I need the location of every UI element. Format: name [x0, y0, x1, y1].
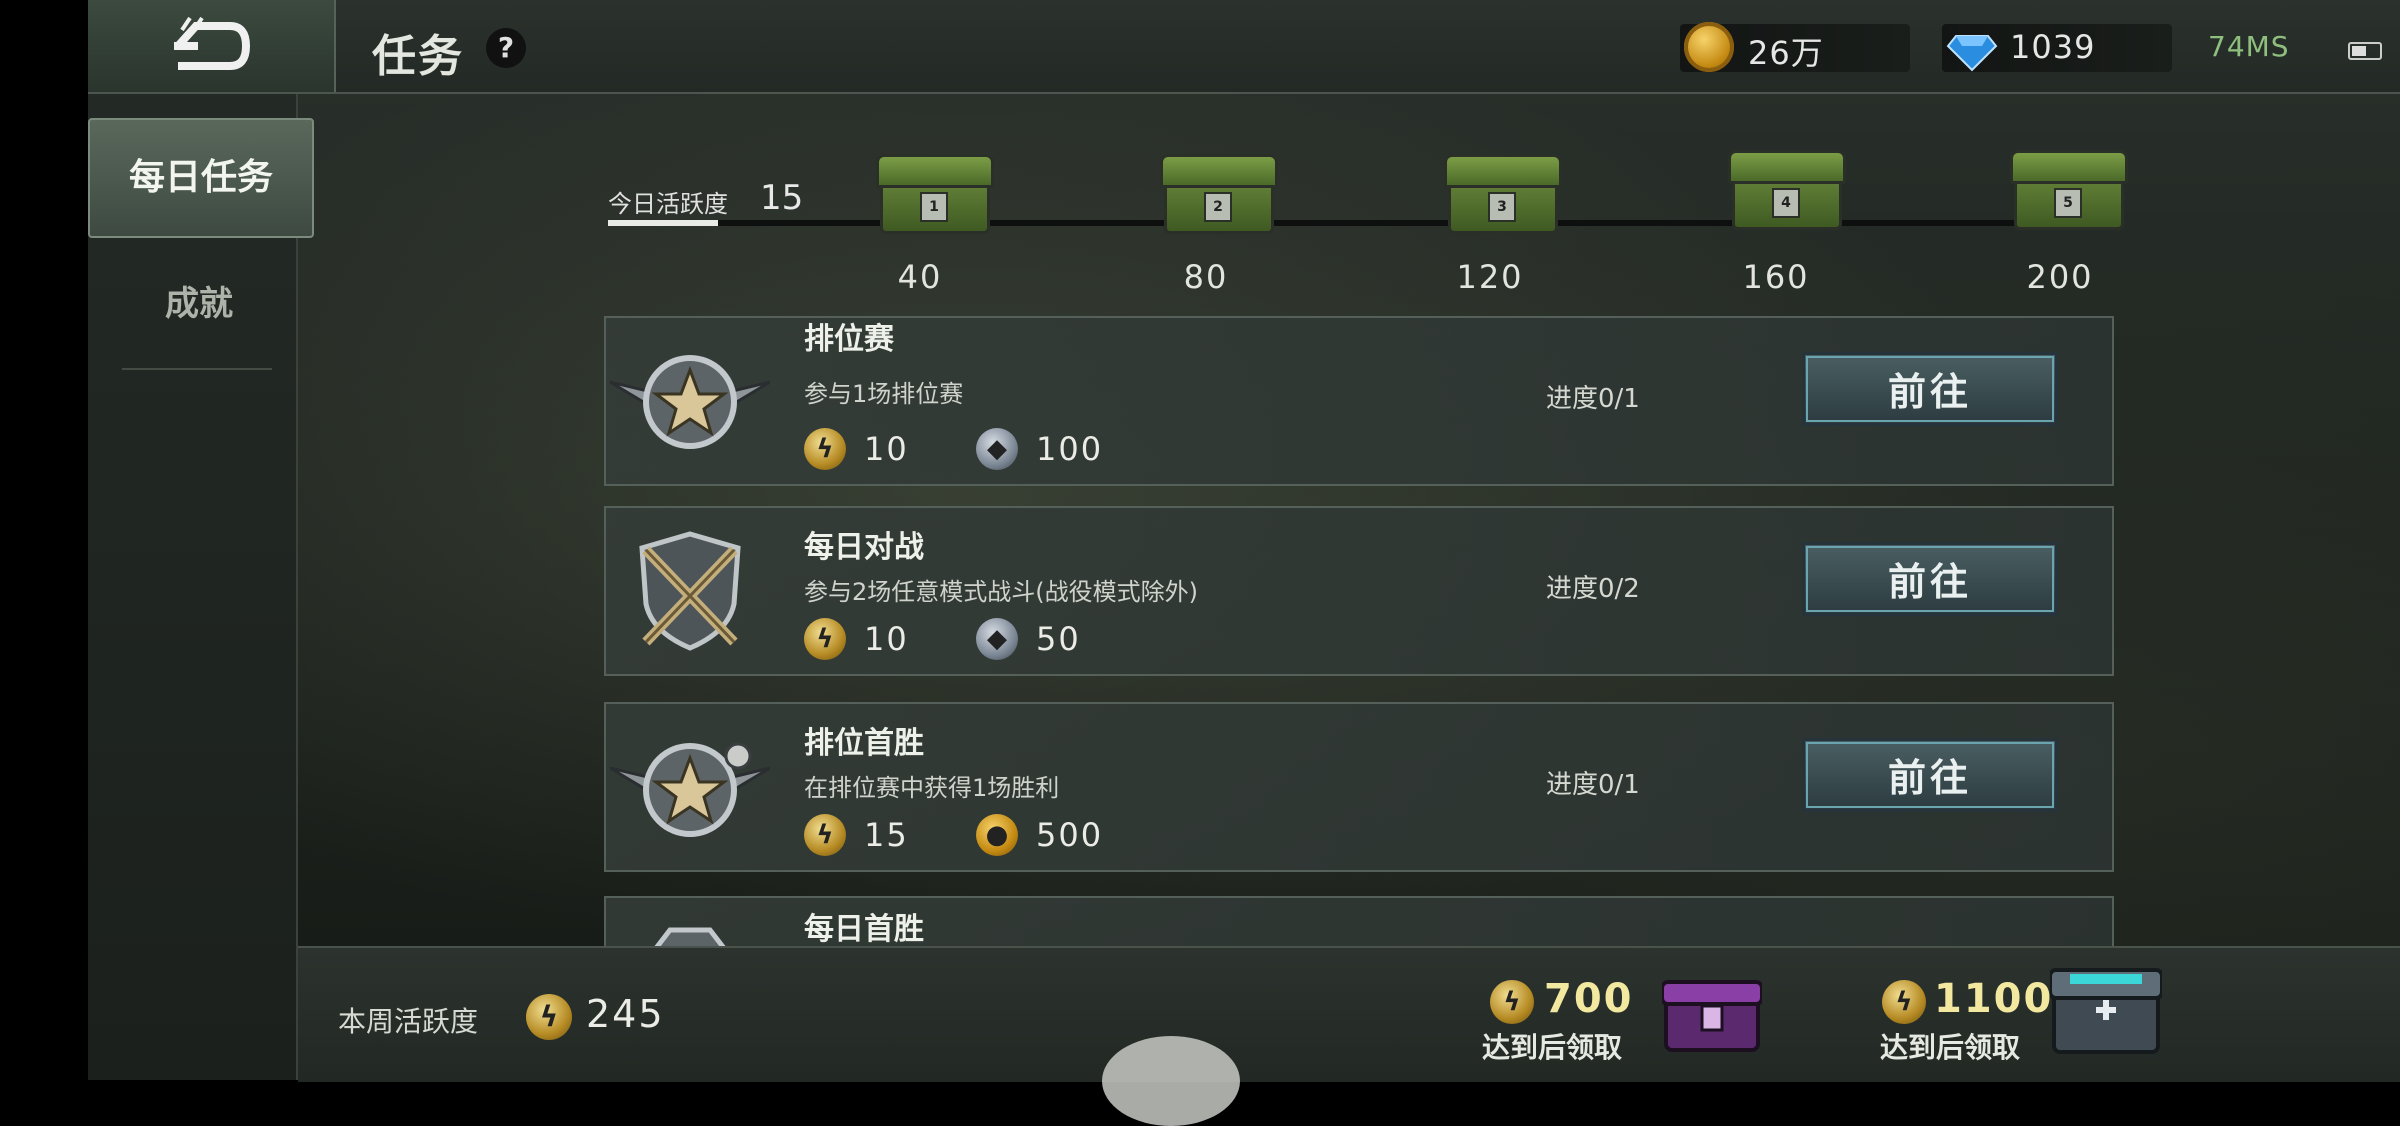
weekly-activity-value: 245: [586, 992, 665, 1036]
activity-chest-5[interactable]: 5: [2010, 150, 2128, 230]
tab-achievements[interactable]: 成就: [88, 264, 310, 344]
coin-balance: 26万: [1680, 22, 1910, 72]
gold-coin-icon: ●: [976, 814, 1018, 856]
task-progress: 进度0/1: [1546, 770, 1640, 800]
crossed-rifles-shield-icon: [639, 531, 741, 651]
back-button[interactable]: [88, 0, 336, 92]
help-icon[interactable]: ?: [486, 28, 526, 68]
daily-activity-value: 15: [760, 178, 804, 218]
reward-value: 10: [864, 620, 909, 658]
weekly-goal-value: 700: [1544, 976, 1634, 1022]
task-description: 在排位赛中获得1场胜利: [804, 774, 1060, 802]
gold-coin-icon: [1684, 22, 1734, 72]
reward-value: 500: [1036, 816, 1104, 854]
reward-value: 15: [864, 816, 909, 854]
milestone-value: 40: [897, 258, 943, 296]
go-button[interactable]: 前往: [1802, 738, 2058, 812]
task-card-daily-battle: 每日对战 参与2场任意模式战斗(战役模式除外) ϟ 10 ◆ 50 进度0/2 …: [604, 506, 2114, 676]
bolt-icon: ϟ: [804, 814, 846, 856]
task-title: 每日首胜: [804, 912, 924, 947]
star-wings-badge-icon: [610, 355, 770, 449]
tab-daily-tasks[interactable]: 每日任务: [88, 118, 314, 238]
reward-value: 50: [1036, 620, 1081, 658]
task-card-ranked-first-win: 排位首胜 在排位赛中获得1场胜利 ϟ 15 ● 500 进度0/1 前往: [604, 702, 2114, 872]
task-description: 参与2场任意模式战斗(战役模式除外): [804, 578, 1198, 606]
bolt-icon: ϟ: [804, 618, 846, 660]
diamond-balance: 1039: [1942, 24, 2172, 72]
page-title: 任务: [372, 31, 464, 82]
star-wings-medal-icon: [610, 742, 770, 837]
bolt-icon: ϟ: [526, 994, 572, 1040]
sidebar-divider: [122, 368, 272, 370]
gear-token-icon: ◆: [976, 618, 1018, 660]
purple-reward-box-icon[interactable]: [1662, 976, 1762, 1054]
sidebar: [88, 94, 298, 1080]
activity-track: [608, 220, 2078, 226]
bolt-icon: ϟ: [1490, 980, 1534, 1024]
activity-chest-3[interactable]: 3: [1444, 154, 1562, 234]
weekly-goal-text: 达到后领取: [1482, 1031, 1623, 1064]
reward-value: 100: [1036, 430, 1104, 468]
task-progress: 进度0/1: [1546, 384, 1640, 414]
task-title: 排位首胜: [804, 726, 924, 761]
task-description: 参与1场排位赛: [804, 380, 964, 408]
bolt-icon: ϟ: [804, 428, 846, 470]
activity-track-fill: [608, 220, 718, 226]
weekly-goal-value: 1100: [1934, 976, 2054, 1022]
home-indicator[interactable]: [1102, 1036, 1240, 1126]
bolt-icon: ϟ: [1882, 980, 1926, 1024]
diamond-amount: 1039: [2010, 28, 2096, 66]
gear-token-icon: ◆: [976, 428, 1018, 470]
screen-edge: [0, 0, 88, 1080]
task-title: 每日对战: [804, 530, 924, 565]
go-button[interactable]: 前往: [1802, 542, 2058, 616]
reward-value: 10: [864, 430, 909, 468]
back-arrow-icon: [174, 16, 251, 70]
milestone-value: 80: [1183, 258, 1229, 296]
milestone-value: 160: [1742, 258, 1810, 296]
diamond-icon: [1946, 35, 1998, 72]
activity-chest-2[interactable]: 2: [1160, 154, 1278, 234]
battery-icon: [2348, 42, 2382, 60]
network-ping: 74MS: [2208, 30, 2290, 63]
steel-reward-box-icon[interactable]: [2050, 962, 2162, 1056]
milestone-value: 200: [2026, 258, 2094, 296]
activity-chest-1[interactable]: 1: [876, 154, 994, 234]
task-progress: 进度0/2: [1546, 574, 1640, 604]
weekly-activity-label: 本周活跃度: [338, 1005, 479, 1038]
weekly-goal-text: 达到后领取: [1880, 1031, 2021, 1064]
activity-chest-4[interactable]: 4: [1728, 150, 1846, 230]
milestone-value: 120: [1456, 258, 1524, 296]
task-card-ranked: 排位赛 参与1场排位赛 ϟ 10 ◆ 100 进度0/1 前往: [604, 316, 2114, 486]
go-button[interactable]: 前往: [1802, 352, 2058, 426]
coin-amount: 26万: [1748, 34, 1824, 72]
daily-activity-label: 今日活跃度: [608, 190, 728, 218]
task-title: 排位赛: [804, 322, 894, 357]
